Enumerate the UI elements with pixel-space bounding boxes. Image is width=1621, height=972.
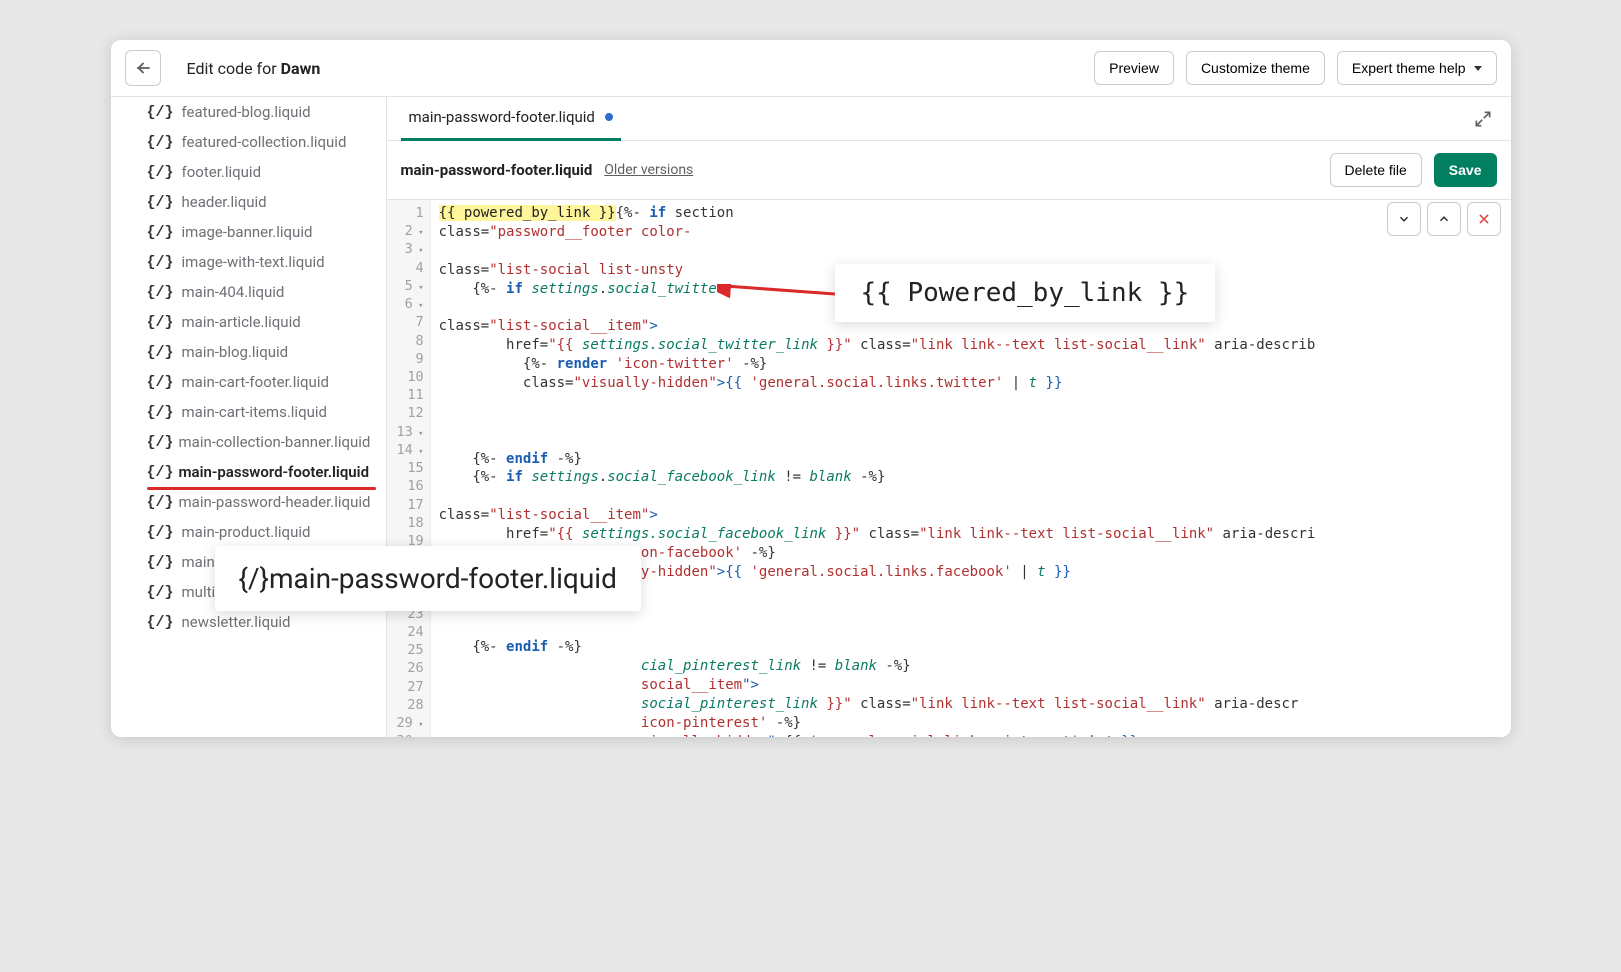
customize-theme-button[interactable]: Customize theme [1186, 51, 1325, 85]
code-file-icon: {/} [147, 404, 174, 421]
file-item[interactable]: {/} main-cart-items.liquid [111, 397, 386, 427]
back-button[interactable] [125, 50, 161, 86]
file-name: header.liquid [182, 193, 267, 211]
code-file-icon: {/} [147, 164, 174, 181]
expert-help-button[interactable]: Expert theme help [1337, 51, 1497, 85]
active-file-underline [147, 487, 376, 490]
delete-file-button[interactable]: Delete file [1330, 153, 1422, 187]
file-item[interactable]: {/} main-product.liquid [111, 517, 386, 547]
file-item[interactable]: {/} main-404.liquid [111, 277, 386, 307]
line-gutter: 1 2 3 4 5 6 7 8 910111213141516171819202… [387, 200, 431, 737]
file-name: featured-blog.liquid [182, 103, 311, 121]
file-item[interactable]: {/} image-banner.liquid [111, 217, 386, 247]
file-item[interactable]: {/} featured-blog.liquid [111, 97, 386, 127]
tab-label: main-password-footer.liquid [409, 108, 595, 126]
file-item[interactable]: {/} main-password-header.liquid [111, 487, 386, 517]
file-item[interactable]: {/} header.liquid [111, 187, 386, 217]
title-prefix: Edit code for [187, 59, 281, 78]
file-header: main-password-footer.liquid Older versio… [387, 141, 1511, 200]
code-file-icon: {/} [147, 524, 174, 541]
code-file-icon: {/} [147, 494, 171, 511]
file-tab[interactable]: main-password-footer.liquid [401, 96, 621, 141]
file-name: main-404.liquid [182, 283, 285, 301]
app-window: Edit code for Dawn Preview Customize the… [111, 40, 1511, 737]
code-file-icon: {/} [147, 374, 174, 391]
file-item[interactable]: {/} main-password-footer.liquid [111, 457, 386, 487]
code-file-icon: {/} [147, 314, 174, 331]
code-file-icon: {/} [147, 554, 174, 571]
main-area: {/} featured-blog.liquid {/} featured-colle… [111, 97, 1511, 737]
file-name: main-password-header.liquid [179, 493, 371, 511]
unsaved-dot-icon [605, 113, 613, 121]
filename-label: main-password-footer.liquid [401, 161, 593, 179]
file-item[interactable]: {/} main-blog.liquid [111, 337, 386, 367]
file-item[interactable]: {/} image-with-text.liquid [111, 247, 386, 277]
file-name: main-product.liquid [182, 523, 311, 541]
file-name: main-cart-footer.liquid [182, 373, 329, 391]
code-file-icon: {/} [147, 134, 174, 151]
file-name: featured-collection.liquid [182, 133, 347, 151]
file-tree[interactable]: {/} featured-blog.liquid {/} featured-colle… [111, 97, 387, 737]
code-file-icon: {/} [147, 464, 171, 481]
file-item[interactable]: {/} main-collection-banner.liquid [111, 427, 386, 457]
save-button[interactable]: Save [1434, 153, 1497, 187]
editor-column: main-password-footer.liquid main-passwor… [387, 97, 1511, 737]
search-next-button[interactable] [1387, 202, 1421, 236]
file-item[interactable]: {/} main-cart-footer.liquid [111, 367, 386, 397]
title-theme: Dawn [281, 59, 321, 78]
code-file-icon: {/} [147, 194, 174, 211]
search-prev-button[interactable] [1427, 202, 1461, 236]
file-item[interactable]: {/} newsletter.liquid [111, 607, 386, 637]
code-file-icon: {/} [147, 104, 174, 121]
older-versions-link[interactable]: Older versions [604, 162, 693, 178]
toolbar: Edit code for Dawn Preview Customize the… [111, 40, 1511, 97]
file-name: main-article.liquid [182, 313, 301, 331]
tab-bar: main-password-footer.liquid [387, 97, 1511, 141]
file-item[interactable]: {/} footer.liquid [111, 157, 386, 187]
annotation-code-callout: {{ Powered_by_link }} [835, 264, 1216, 322]
file-name: main-cart-items.liquid [182, 403, 327, 421]
code-file-icon: {/} [147, 584, 174, 601]
file-name: image-banner.liquid [182, 223, 313, 241]
expand-icon[interactable] [1469, 105, 1497, 133]
page-title: Edit code for Dawn [173, 59, 1083, 78]
file-name: main-collection-banner.liquid [179, 433, 371, 451]
file-name: footer.liquid [182, 163, 262, 181]
code-file-icon: {/} [147, 614, 174, 631]
file-name: newsletter.liquid [182, 613, 291, 631]
file-item[interactable]: {/} main-article.liquid [111, 307, 386, 337]
search-controls [1387, 202, 1501, 236]
code-file-icon: {/} [147, 434, 171, 451]
code-file-icon: {/} [147, 344, 174, 361]
annotation-file-callout: {/}main-password-footer.liquid [215, 546, 641, 611]
preview-button[interactable]: Preview [1094, 51, 1174, 85]
search-close-button[interactable] [1467, 202, 1501, 236]
file-name: image-with-text.liquid [182, 253, 325, 271]
file-name: main-blog.liquid [182, 343, 289, 361]
file-item[interactable]: {/} featured-collection.liquid [111, 127, 386, 157]
file-name: main-password-footer.liquid [179, 463, 370, 481]
code-file-icon: {/} [147, 224, 174, 241]
code-file-icon: {/} [147, 284, 174, 301]
code-file-icon: {/} [147, 254, 174, 271]
